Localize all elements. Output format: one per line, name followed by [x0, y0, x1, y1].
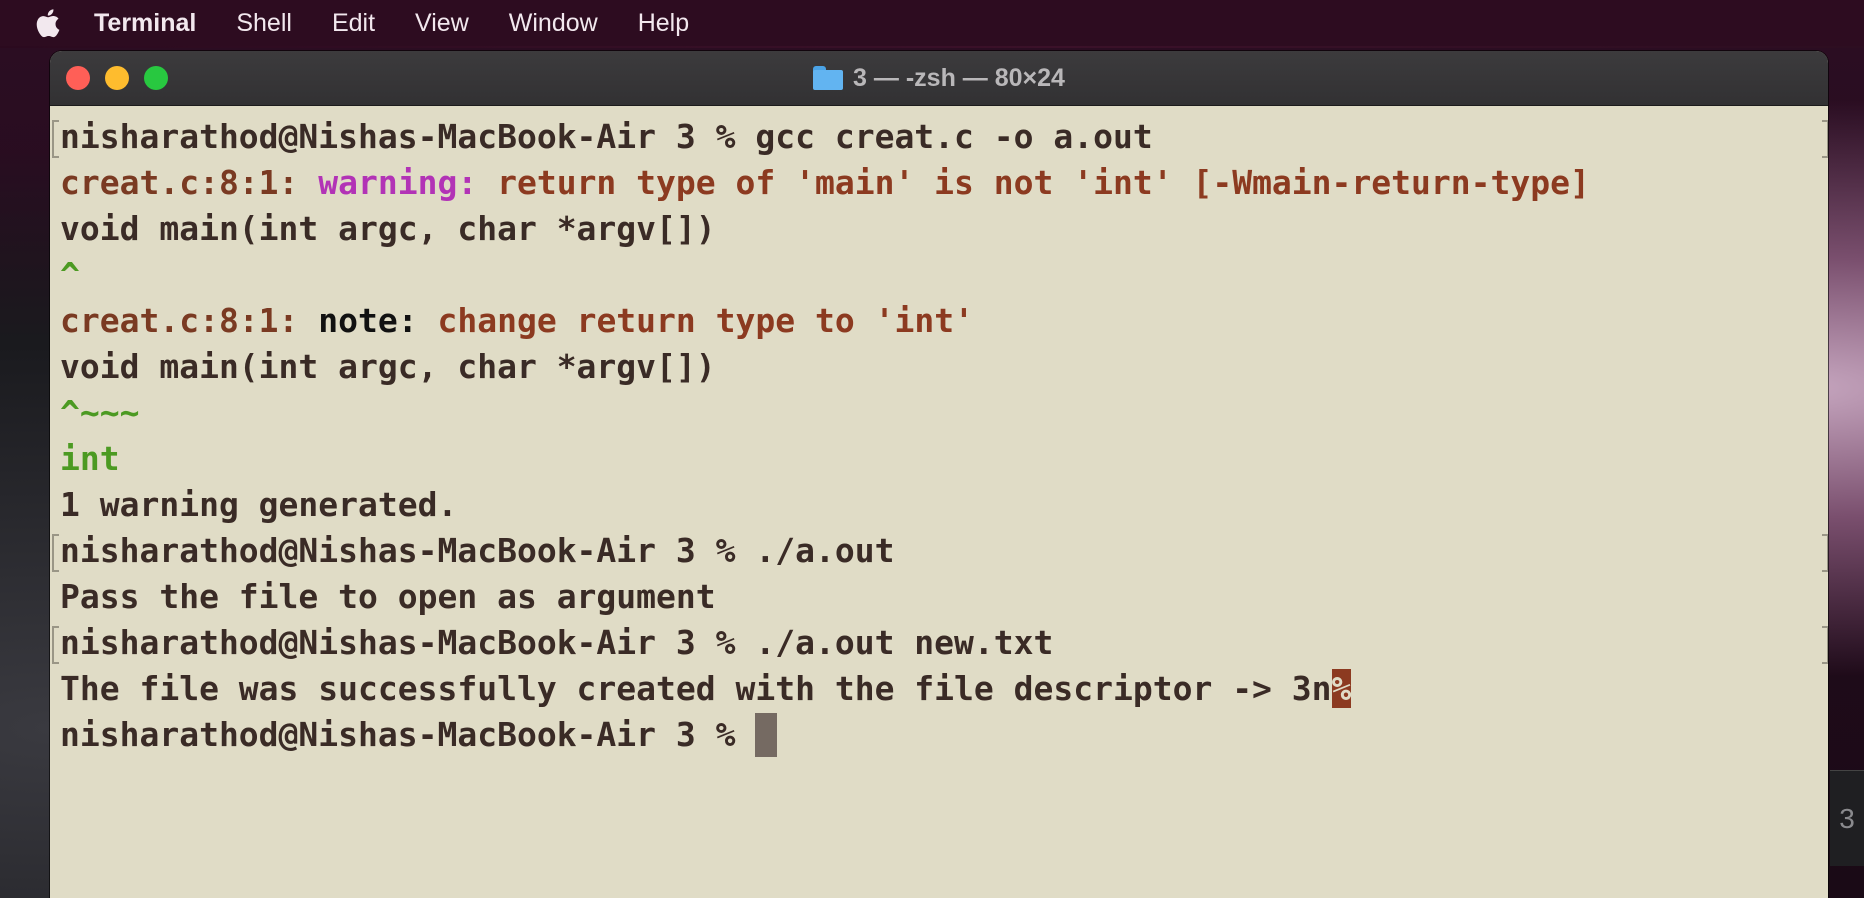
- terminal-line: void main(int argc, char *argv[]): [60, 344, 1828, 390]
- menu-help[interactable]: Help: [638, 9, 689, 38]
- source-location: creat.c:8:1:: [60, 301, 319, 340]
- title-bar[interactable]: 3 — -zsh — 80×24: [50, 51, 1828, 106]
- terminal-line: int: [60, 436, 1828, 482]
- terminal-line: Pass the file to open as argument: [60, 574, 1828, 620]
- line-mark-right: [1822, 120, 1828, 158]
- terminal-line: The file was successfully created with t…: [60, 666, 1828, 712]
- menu-bar: Terminal Shell Edit View Window Help: [0, 0, 1864, 46]
- folder-icon: [813, 66, 844, 90]
- menu-edit[interactable]: Edit: [332, 9, 375, 38]
- terminal-line: ^: [60, 252, 1828, 298]
- terminal-line: nisharathod@Nishas-MacBook-Air 3 % ./a.o…: [52, 528, 1828, 574]
- terminal-line: creat.c:8:1: note: change return type to…: [60, 298, 1828, 344]
- no-newline-marker: %: [1331, 669, 1352, 708]
- terminal-line: nisharathod@Nishas-MacBook-Air 3 % gcc c…: [52, 114, 1828, 160]
- terminal-line: nisharathod@Nishas-MacBook-Air 3 % ./a.o…: [52, 620, 1828, 666]
- terminal-line: ^~~~: [60, 390, 1828, 436]
- terminal-line: void main(int argc, char *argv[]): [60, 206, 1828, 252]
- line-mark-right: [1822, 534, 1828, 572]
- background-window-edge[interactable]: 3: [1830, 770, 1864, 866]
- menu-app-terminal[interactable]: Terminal: [94, 9, 196, 38]
- window-title-text: 3 — -zsh — 80×24: [853, 63, 1065, 92]
- fixit-hint: int: [60, 439, 120, 478]
- prompt-line: nisharathod@Nishas-MacBook-Air 3 %: [60, 715, 756, 754]
- menu-view[interactable]: View: [415, 9, 469, 38]
- terminal-line: 1 warning generated.: [60, 482, 1828, 528]
- note-message: change return type to 'int': [437, 301, 974, 340]
- line-mark-left: [52, 120, 59, 158]
- caret-marker: ^~~~: [60, 393, 140, 432]
- program-output: The file was successfully created with t…: [60, 669, 1332, 708]
- prompt-line: nisharathod@Nishas-MacBook-Air 3 % ./a.o…: [60, 531, 895, 570]
- program-output: Pass the file to open as argument: [60, 577, 716, 616]
- code-snippet: void main(int argc, char *argv[]): [60, 209, 716, 248]
- line-mark-right: [1822, 626, 1828, 664]
- line-mark-left: [52, 626, 59, 664]
- prompt-line: nisharathod@Nishas-MacBook-Air 3 % ./a.o…: [60, 623, 1054, 662]
- warning-summary: 1 warning generated.: [60, 485, 458, 524]
- source-location: creat.c:8:1:: [60, 163, 319, 202]
- line-mark-left: [52, 534, 59, 572]
- background-window-text: 3: [1839, 802, 1855, 834]
- note-label: note:: [318, 301, 438, 340]
- text-cursor: [755, 713, 778, 757]
- code-snippet: void main(int argc, char *argv[]): [60, 347, 716, 386]
- terminal-window: 3 — -zsh — 80×24 nisharathod@Nishas-MacB…: [50, 51, 1828, 898]
- apple-icon[interactable]: [30, 6, 64, 40]
- terminal-output[interactable]: nisharathod@Nishas-MacBook-Air 3 % gcc c…: [50, 106, 1828, 898]
- warning-label: warning:: [318, 163, 498, 202]
- prompt-line: nisharathod@Nishas-MacBook-Air 3 % gcc c…: [60, 117, 1153, 156]
- menu-window[interactable]: Window: [509, 9, 598, 38]
- terminal-line: creat.c:8:1: warning: return type of 'ma…: [60, 160, 1828, 206]
- caret-marker: ^: [60, 255, 80, 294]
- warning-message: return type of 'main' is not 'int' [-Wma…: [497, 163, 1590, 202]
- terminal-line: nisharathod@Nishas-MacBook-Air 3 %: [60, 712, 1828, 758]
- window-title: 3 — -zsh — 80×24: [50, 51, 1828, 105]
- menu-shell[interactable]: Shell: [236, 9, 292, 38]
